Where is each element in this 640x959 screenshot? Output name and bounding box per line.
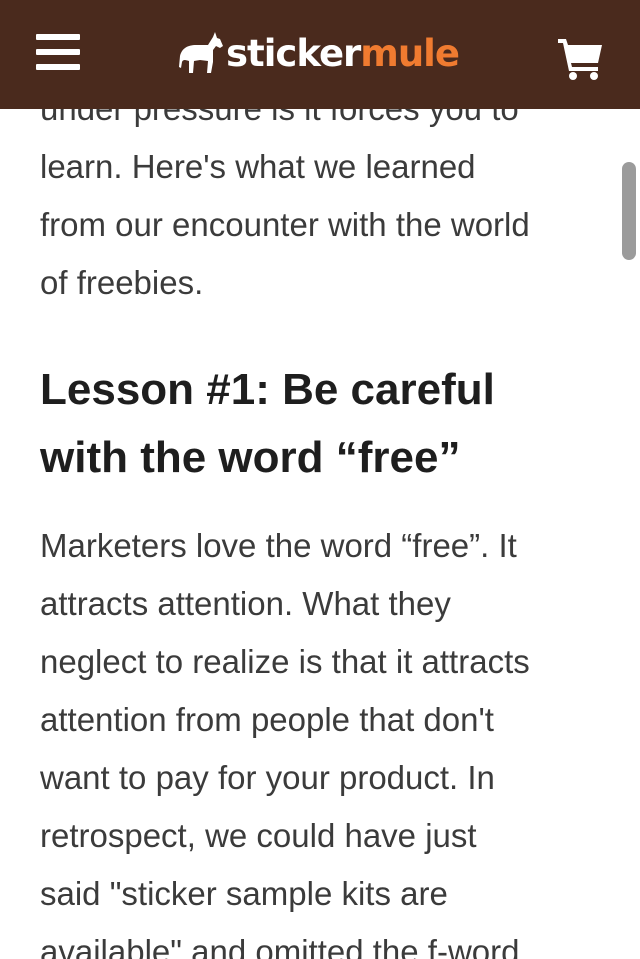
menu-bar [36, 64, 80, 70]
logo-word-sticker: sticker [226, 31, 361, 75]
menu-bar [36, 49, 80, 55]
mule-icon [179, 32, 223, 73]
body-paragraph: Marketers love the word “free”. It attra… [40, 527, 530, 959]
hamburger-menu-icon[interactable] [36, 34, 82, 74]
menu-bar [36, 34, 80, 40]
sticker-mule-logo[interactable]: stickermule [178, 29, 460, 77]
intro-paragraph: under pressure is it forces you to learn… [40, 90, 530, 301]
logo-wordmark: stickermule [226, 31, 460, 75]
logo-word-mule: mule [360, 31, 460, 75]
shopping-cart-icon[interactable] [556, 36, 604, 80]
site-header: stickermule [0, 0, 640, 109]
scrollbar-thumb[interactable] [622, 162, 636, 260]
lesson-heading: Lesson #1: Be careful with the word “fre… [40, 365, 495, 482]
